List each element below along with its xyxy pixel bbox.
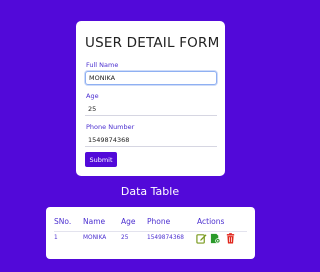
age-input[interactable] <box>85 102 217 116</box>
data-table: SNo. Name Age Phone Actions 1 MONIKA 25 … <box>46 207 255 259</box>
phone-number-input[interactable] <box>85 133 217 147</box>
age-label: Age <box>86 92 99 100</box>
header-divider <box>54 231 247 232</box>
cell-age: 25 <box>121 235 129 241</box>
cell-sno: 1 <box>54 235 58 241</box>
phone-number-label: Phone Number <box>86 123 135 131</box>
column-header-actions: Actions <box>197 217 225 226</box>
delete-icon[interactable] <box>225 233 236 244</box>
cell-phone: 1549874368 <box>147 235 184 241</box>
page: USER DETAIL FORM Full Name Age Phone Num… <box>0 0 300 272</box>
edit-icon[interactable] <box>196 233 207 244</box>
column-header-phone: Phone <box>147 217 171 226</box>
full-name-label: Full Name <box>86 61 119 69</box>
column-header-sno: SNo. <box>54 217 72 226</box>
view-user-icon[interactable] <box>210 233 221 244</box>
submit-button[interactable]: Submit <box>85 152 117 167</box>
full-name-input[interactable] <box>85 71 217 85</box>
column-header-name: Name <box>83 217 106 226</box>
form-title: USER DETAIL FORM <box>85 35 220 51</box>
table-heading: Data Table <box>120 185 180 198</box>
user-detail-form: USER DETAIL FORM Full Name Age Phone Num… <box>76 21 225 176</box>
cell-name: MONIKA <box>83 235 107 241</box>
column-header-age: Age <box>121 217 136 226</box>
